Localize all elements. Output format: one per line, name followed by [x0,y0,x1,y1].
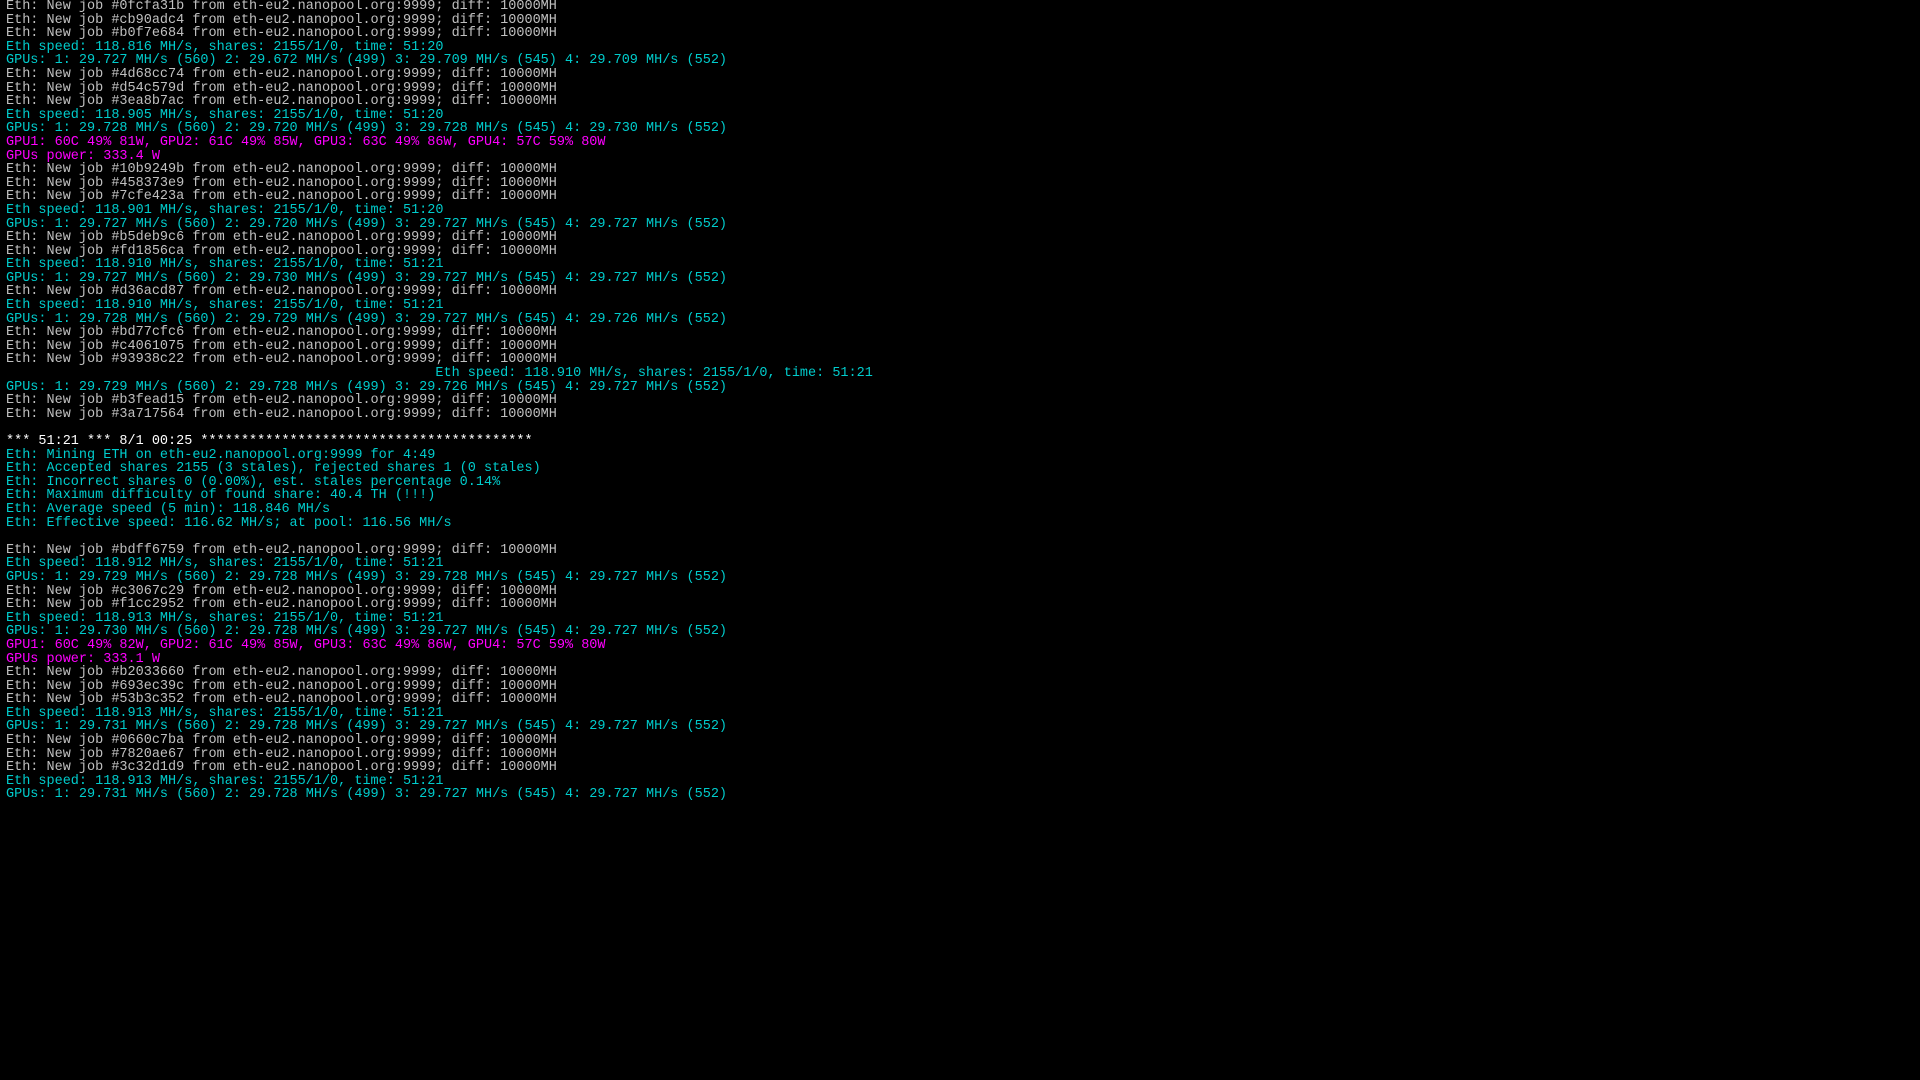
job-line: Eth: New job #3a717564 from eth-eu2.nano… [6,407,557,422]
stat-line: Eth: Effective speed: 116.62 MH/s; at po… [6,516,452,531]
gpus-line: GPUs: 1: 29.731 MH/s (560) 2: 29.728 MH/… [6,787,727,802]
terminal-output[interactable]: Eth: New job #0fcfa31b from eth-eu2.nano… [0,0,1920,802]
